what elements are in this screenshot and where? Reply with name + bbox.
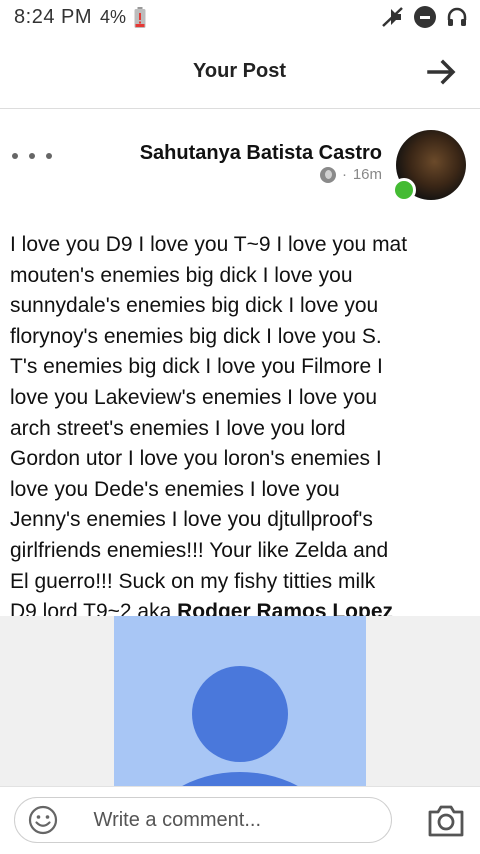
status-bar: 4% 8:24 PM	[0, 0, 480, 36]
post-line: sunnydale's enemies big dick I love you	[10, 294, 379, 318]
globe-icon	[319, 166, 336, 183]
post-header: Sahutanya Batista Castro 16m ·	[0, 120, 480, 210]
more-dot-icon	[29, 153, 35, 159]
post-body: I love you D9 I love you T~9 I love you …	[10, 230, 462, 628]
comment-bar: Write a comment...	[0, 786, 480, 854]
post-line: arch street's enemies I love you lord	[10, 416, 346, 440]
comment-input[interactable]: Write a comment...	[14, 797, 392, 843]
post-line: florynoy's enemies big dick I love you S…	[10, 324, 382, 348]
comment-placeholder: Write a comment...	[81, 798, 261, 842]
post-line: love you Dede's enemies I love you	[10, 477, 340, 501]
post-photo[interactable]	[0, 616, 480, 786]
post-line: mouten's enemies big dick I love you	[10, 263, 353, 287]
more-options-button[interactable]	[12, 146, 52, 166]
page-title-text: Your Post	[193, 60, 287, 82]
post-line: love you Lakeview's enemies I love you	[10, 385, 378, 409]
headphones-icon	[447, 7, 467, 26]
online-status-dot	[392, 178, 416, 202]
emoji-button[interactable]	[27, 804, 59, 836]
status-bar-left	[380, 6, 468, 28]
camera-button[interactable]	[426, 803, 466, 839]
status-time: 8:24 PM	[14, 6, 92, 28]
meta-separator: ·	[341, 166, 347, 183]
post-line: Jenny's enemies I love you djtullproof's	[10, 508, 373, 532]
profile-placeholder-image	[114, 616, 366, 786]
post-timestamp[interactable]: 16m	[353, 166, 382, 183]
post-line: girlfriends enemies!!! Your like Zelda a…	[10, 538, 389, 562]
post-line: Gordon utor I love you loron's enemies I	[10, 447, 382, 471]
more-dot-icon	[12, 153, 18, 159]
placeholder-body-shape	[150, 772, 330, 786]
placeholder-head-shape	[192, 666, 288, 762]
camera-icon	[428, 805, 464, 837]
top-bar: Your Post	[0, 36, 480, 109]
more-dot-icon	[46, 153, 52, 159]
author-name-text: Sahutanya Batista Castro	[139, 142, 382, 164]
post-line: I love you D9 I love you T~9 I love you …	[10, 233, 408, 256]
post-meta: 16m ·	[319, 166, 382, 183]
do-not-disturb-icon	[414, 6, 436, 28]
app-screen: 4% 8:24 PM Your Post Sahutanya Batista C…	[0, 0, 480, 854]
status-bar-right: 4% 8:24 PM	[14, 6, 146, 29]
mute-icon	[382, 7, 403, 27]
post-line: El guerro!!! Suck on my fishy titties mi…	[10, 569, 376, 593]
author-name[interactable]: Sahutanya Batista Castro	[140, 142, 382, 165]
smiley-icon	[28, 805, 58, 835]
battery-percent: 4%	[99, 7, 126, 27]
comment-placeholder-text: Write a comment...	[93, 809, 261, 831]
page-title: Your Post	[0, 60, 480, 83]
post-line: T's enemies big dick I love you Filmore …	[10, 355, 383, 379]
battery-icon	[134, 6, 146, 28]
